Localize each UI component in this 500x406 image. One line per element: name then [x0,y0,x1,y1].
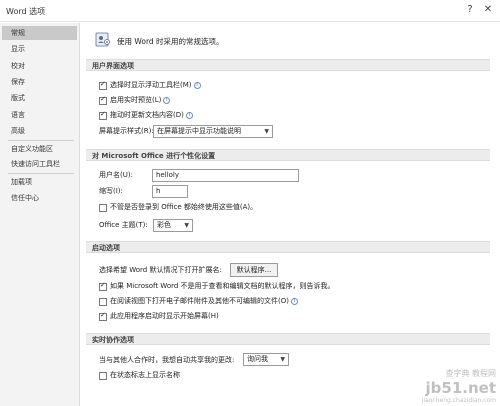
theme-value: 彩色 [157,221,171,229]
live-preview-label: 启用实时预览(L) i [110,95,171,106]
info-icon[interactable]: i [185,111,193,119]
sidebar-item-display[interactable]: 显示 [2,42,77,56]
chevron-down-icon: ▼ [264,128,269,135]
update-drag-label: 拖动时更新文档内容(D) i [110,110,193,121]
share-changes-value: 询问我 [247,355,268,363]
share-changes-label: 当与其他人合作时，我想自动共享我的更改: [99,356,235,364]
mini-toolbar-label: 选择时显示浮动工具栏(M) i [110,80,201,91]
title-bar: Word 选项 ? ✕ [0,0,500,22]
notify-default-label: 如果 Microsoft Word 不是用于查看和编辑文档的默认程序，则告诉我。 [110,282,335,290]
general-options-icon [95,32,110,47]
sidebar-item-advanced[interactable]: 高级 [2,124,77,138]
section-title: 启动选项 [92,244,120,252]
section-personalize: 对 Microsoft Office 进行个性化设置 [86,149,490,161]
help-button[interactable]: ? [462,2,478,18]
watermark-line-1: 查字典 教程网 [445,369,496,378]
sidebar-divider [8,140,74,141]
section-collaboration: 实时协作选项 [86,333,490,345]
section-startup: 启动选项 [86,241,490,253]
sidebar-item-save[interactable]: 保存 [2,75,77,89]
section-title: 实时协作选项 [92,336,134,344]
options-content: 使用 Word 时采用的常规选项。 用户界面选项 选择时显示浮动工具栏(M)i … [81,23,500,406]
info-icon[interactable]: i [290,297,298,305]
username-field[interactable]: helloly [152,169,299,182]
theme-label: Office 主题(T): [99,221,148,229]
live-preview-text: 启用实时预览(L) [110,96,162,104]
sidebar-item-customize-ribbon[interactable]: 自定义功能区 [2,142,77,156]
share-changes-select[interactable]: 询问我 ▼ [243,353,289,366]
always-use-checkbox[interactable] [99,204,107,212]
sidebar-item-language[interactable]: 语言 [2,108,77,122]
open-attachments-checkbox[interactable] [99,298,107,306]
screentip-label: 屏幕提示样式(R): [99,127,154,135]
watermark-line-2: jb51.net [425,379,496,397]
theme-select[interactable]: 彩色 ▼ [153,219,193,232]
sidebar-item-general[interactable]: 常规 [2,26,77,40]
show-names-checkbox[interactable] [99,372,107,380]
sidebar-item-proofing[interactable]: 校对 [2,59,77,73]
always-use-label: 不管是否登录到 Office 都始终使用这些值(A)。 [110,203,258,211]
username-label: 用户名(U): [99,171,133,179]
live-preview-checkbox[interactable] [99,95,107,105]
update-drag-checkbox[interactable] [99,110,107,120]
sidebar-item-trust-center[interactable]: 信任中心 [2,191,77,205]
watermark: 查字典 教程网 jb51.net jiaocheng.chazidian.com [422,368,496,404]
chevron-down-icon: ▼ [280,356,285,363]
watermark-line-3: jiaocheng.chazidian.com [421,397,496,404]
intro-text: 使用 Word 时采用的常规选项。 [117,37,224,46]
screentip-select[interactable]: 在屏幕提示中显示功能说明 ▼ [153,125,273,138]
show-names-label: 在状态标志上显示名称 [110,371,180,379]
close-button[interactable]: ✕ [480,2,496,18]
options-sidebar: 常规 显示 校对 保存 版式 语言 高级 自定义功能区 快速访问工具栏 加载项 … [0,23,80,406]
sidebar-item-layout[interactable]: 版式 [2,91,77,105]
section-title: 用户界面选项 [92,62,134,70]
initials-field[interactable]: h [152,185,188,198]
default-programs-label: 选择希望 Word 默认情况下打开扩展名: [99,266,222,274]
sidebar-divider [8,173,74,174]
section-ui-options: 用户界面选项 [86,59,490,71]
info-icon[interactable]: i [193,81,201,89]
mini-toolbar-text: 选择时显示浮动工具栏(M) [110,81,192,89]
show-start-screen-label: 此应用程序启动时显示开始屏幕(H) [110,312,219,320]
screentip-value: 在屏幕提示中显示功能说明 [157,127,241,135]
mini-toolbar-checkbox[interactable] [99,80,107,90]
open-attachments-label: 在阅读视图下打开电子邮件附件及其他不可编辑的文件(O) i [110,296,298,307]
open-attachments-text: 在阅读视图下打开电子邮件附件及其他不可编辑的文件(O) [110,297,289,305]
update-drag-text: 拖动时更新文档内容(D) [110,111,184,119]
section-title: 对 Microsoft Office 进行个性化设置 [92,152,216,160]
notify-default-checkbox[interactable] [99,281,107,291]
info-icon[interactable]: i [163,96,171,104]
show-start-screen-checkbox[interactable] [99,311,107,321]
chevron-down-icon: ▼ [184,222,189,229]
initials-label: 缩写(I): [99,187,123,195]
window-title: Word 选项 [6,7,46,16]
sidebar-item-quick-access[interactable]: 快速访问工具栏 [2,157,77,171]
default-programs-button[interactable]: 默认程序... [230,263,278,277]
sidebar-item-addins[interactable]: 加载项 [2,175,77,189]
